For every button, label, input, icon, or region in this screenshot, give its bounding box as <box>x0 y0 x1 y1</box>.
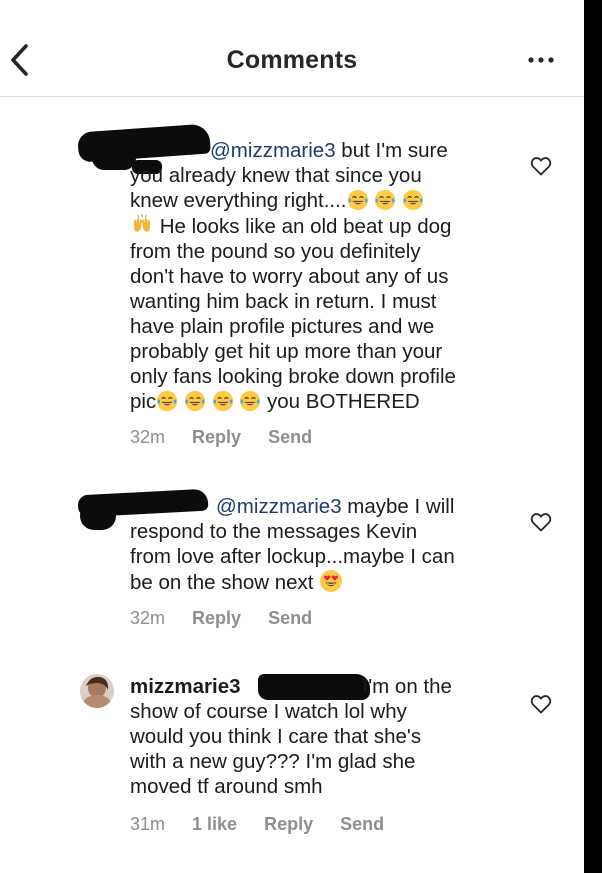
heart-outline-icon <box>528 692 554 716</box>
comment-text-line: show of course I watch lol why <box>130 700 407 723</box>
comment-text-line: would you think I care that she's <box>130 725 422 748</box>
avatar[interactable] <box>80 674 114 708</box>
comment-meta: 31m 1 like Reply Send <box>130 814 406 835</box>
profile-photo <box>80 674 114 708</box>
comment-item: mizzmarie3 I'm on the show of course I wa… <box>0 0 584 850</box>
like-button[interactable] <box>528 692 554 716</box>
comment-text-line: moved tf around smh <box>130 775 323 798</box>
likes-count-button[interactable]: 1 like <box>192 814 237 834</box>
comment-text-line: with a new guy??? I'm glad she <box>130 750 416 773</box>
screen-edge <box>584 0 602 873</box>
reply-button[interactable]: Reply <box>264 814 313 834</box>
comment-text-line: I'm on the <box>362 675 452 698</box>
comment-timestamp: 31m <box>130 814 166 834</box>
comment-username[interactable]: mizzmarie3 <box>130 675 241 698</box>
send-button[interactable]: Send <box>340 814 384 834</box>
